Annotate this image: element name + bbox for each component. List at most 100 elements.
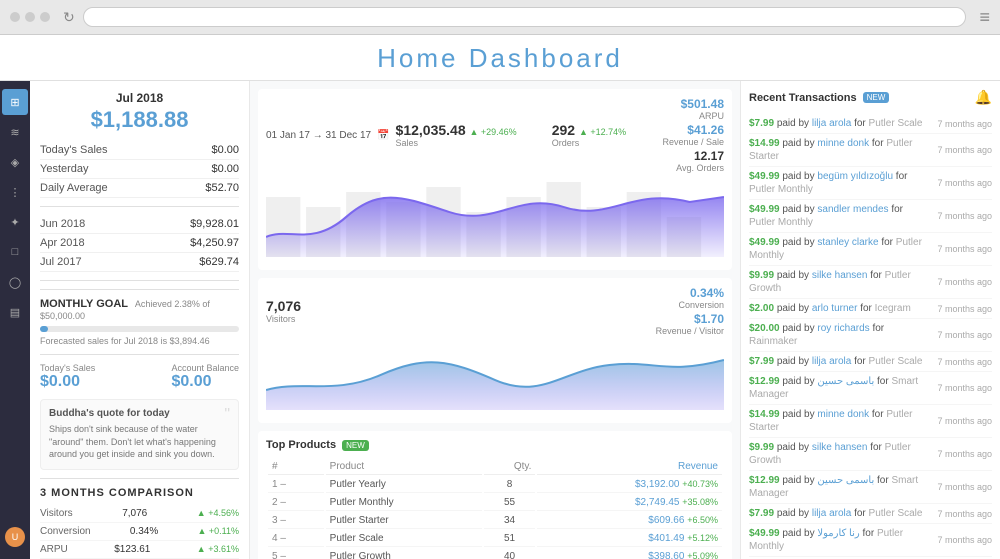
- visitors-chart: [266, 340, 724, 410]
- sidebar-item-tag[interactable]: ◈: [2, 149, 28, 175]
- today-sales-value: $0.00: [40, 373, 95, 391]
- col-revenue: Revenue: [537, 459, 722, 475]
- today-sales-item: Today's Sales $0.00: [40, 363, 95, 391]
- sidebar-item-home[interactable]: ⊞: [2, 89, 28, 115]
- sidebar-item-users[interactable]: ⋮: [2, 179, 28, 205]
- visitors-side: 0.34% Conversion $1.70 Revenue / Visitor: [656, 286, 724, 336]
- goal-bar-fill: [40, 326, 48, 332]
- col-num: #: [268, 459, 324, 475]
- stats-row: Yesterday$0.00: [40, 160, 239, 179]
- sidebar-item-chart[interactable]: ≋: [2, 119, 28, 145]
- main-layout: ⊞ ≋ ◈ ⋮ ✦ □ ◯ ▤ U Jul 2018 $1,188.88 Tod…: [0, 81, 1000, 559]
- visitors-metric: 7,076 Visitors: [266, 298, 301, 324]
- left-panel: Jul 2018 $1,188.88 Today's Sales$0.00Yes…: [30, 81, 250, 559]
- list-item: $7.99 paid by lilja arola for Putler Sca…: [749, 114, 992, 134]
- list-item: $49.99 paid by begüm yıldızoğlu for Putl…: [749, 167, 992, 200]
- past-revenues-section: Jun 2018$9,928.01Apr 2018$4,250.97Jul 20…: [40, 215, 239, 272]
- conversion-value: 0.34%: [656, 286, 724, 300]
- table-row: 5 – Putler Growth 40 $398.60 +5.09%: [268, 549, 722, 559]
- orders-metric: 292 ▲ +12.74% Orders: [552, 122, 626, 148]
- rev-sale-value: $41.26: [662, 123, 724, 137]
- divider-1a: [40, 206, 239, 207]
- browser-dots: [10, 12, 50, 22]
- monthly-goal-title: MONTHLY GOAL Achieved 2.38% of $50,000.0…: [40, 298, 239, 322]
- side-metrics: $501.48 ARPU $41.26 Revenue / Sale 12.17…: [662, 97, 724, 173]
- comparison-title: 3 MONTHS COMPARISON: [40, 487, 239, 499]
- table-row: 3 – Putler Starter 34 $609.66 +6.50%: [268, 513, 722, 529]
- comparison-section: 3 MONTHS COMPARISON Visitors 7,076 ▲ +4.…: [40, 487, 239, 559]
- table-row: 1 – Putler Yearly 8 $3,192.00 +40.73%: [268, 477, 722, 493]
- avg-orders-value: 12.17: [662, 149, 724, 163]
- browser-dot-green: [40, 12, 50, 22]
- sidebar-item-settings[interactable]: ✦: [2, 209, 28, 235]
- list-item: $9.99 paid by silke hansen for Putler Gr…: [749, 438, 992, 471]
- orders-label: Orders: [552, 138, 626, 148]
- list-item: $9.99 paid by silke hansen for Putler Gr…: [749, 266, 992, 299]
- sales-value: $12,035.48: [396, 122, 470, 138]
- comparison-container: Visitors 7,076 ▲ +4.56% Conversion 0.34%…: [40, 505, 239, 559]
- list-item: $2.00 paid by arlo turner for Icegram 7 …: [749, 299, 992, 319]
- list-item: $49.99 paid by stanley clarke for Putler…: [749, 233, 992, 266]
- list-item: $20.00 paid by roy richards for Rainmake…: [749, 319, 992, 352]
- account-balance-value: $0.00: [171, 373, 239, 391]
- sidebar-item-group[interactable]: ◯: [2, 269, 28, 295]
- rev-visitor-label: Revenue / Visitor: [656, 326, 724, 336]
- products-badge: NEW: [342, 440, 369, 451]
- refresh-icon[interactable]: ↻: [63, 9, 75, 26]
- menu-icon[interactable]: ≡: [979, 7, 990, 28]
- month-label: Jul 2018: [40, 91, 239, 105]
- past-revenue-row: Jul 2017$629.74: [40, 253, 239, 272]
- top-metrics: $12,035.48 ▲ +29.46% Sales 292 ▲ +12.74%…: [396, 122, 627, 148]
- products-section: Top Products NEW # Product Qty. Revenue …: [258, 431, 732, 559]
- avatar[interactable]: U: [5, 527, 25, 547]
- sidebar-bottom: U: [5, 527, 25, 551]
- list-item: $14.99 paid by minne donk for Putler Sta…: [749, 405, 992, 438]
- list-item: $7.99 paid by lilja arola for Putler Sca…: [749, 352, 992, 372]
- forecast-text: Forecasted sales for Jul 2018 is $3,894.…: [40, 336, 239, 346]
- orders-value: 292: [552, 122, 579, 138]
- account-balance-item: Account Balance $0.00: [171, 363, 239, 391]
- browser-chrome: ↻ ≡: [0, 0, 1000, 35]
- url-bar[interactable]: [83, 7, 967, 27]
- rev-visitor-value: $1.70: [656, 312, 724, 326]
- divider-3: [40, 354, 239, 355]
- stats-row: Daily Average$52.70: [40, 179, 239, 198]
- list-item: $7.99 paid by lilja arola for Putler Sca…: [749, 504, 992, 524]
- date-range: 01 Jan 17 → 31 Dec 17: [266, 130, 371, 141]
- bell-icon[interactable]: 🔔: [975, 89, 992, 106]
- orders-change: ▲ +12.74%: [579, 127, 626, 137]
- transactions-header: Recent Transactions NEW 🔔: [749, 89, 992, 106]
- account-balance-label: Account Balance: [171, 363, 239, 373]
- today-sales-box: Today's Sales $0.00 Account Balance $0.0…: [40, 363, 239, 391]
- divider-4: [40, 478, 239, 479]
- quote-title: Buddha's quote for today: [49, 408, 230, 419]
- middle-panel: 01 Jan 17 → 31 Dec 17 📅 $12,035.48 ▲ +29…: [250, 81, 740, 559]
- divider-1: [40, 280, 239, 281]
- calendar-icon[interactable]: 📅: [377, 130, 389, 141]
- table-row: 2 – Putler Monthly 55 $2,749.45 +35.08%: [268, 495, 722, 511]
- sales-change: ▲ +29.46%: [470, 127, 517, 137]
- content-area: Jul 2018 $1,188.88 Today's Sales$0.00Yes…: [30, 81, 1000, 559]
- visitors-value: 7,076: [266, 298, 301, 314]
- products-title: Top Products: [266, 439, 336, 451]
- sidebar-item-mail[interactable]: □: [2, 239, 28, 265]
- quote-text: Ships don't sink because of the water "a…: [49, 423, 230, 461]
- arpu-value: $501.48: [662, 97, 724, 111]
- today-sales-label: Today's Sales: [40, 363, 95, 373]
- transactions-title: Recent Transactions: [749, 92, 857, 104]
- stats-row: Today's Sales$0.00: [40, 141, 239, 160]
- page-title: Home Dashboard: [0, 43, 1000, 74]
- list-item: $14.99 paid by minne donk for Putler Sta…: [749, 134, 992, 167]
- sales-label: Sales: [396, 138, 517, 148]
- list-item: $49.99 paid by رنا کارمولا for Putler Mo…: [749, 524, 992, 557]
- list-item: $12.99 paid by باسمی حسین for Smart Mana…: [749, 471, 992, 504]
- browser-dot-yellow: [25, 12, 35, 22]
- sales-chart: [266, 177, 724, 257]
- top-chart-area: 01 Jan 17 → 31 Dec 17 📅 $12,035.48 ▲ +29…: [258, 89, 732, 270]
- sales-metric: $12,035.48 ▲ +29.46% Sales: [396, 122, 517, 148]
- rev-sale-label: Revenue / Sale: [662, 137, 724, 147]
- right-panel: Recent Transactions NEW 🔔 $7.99 paid by …: [740, 81, 1000, 559]
- transactions-badge: NEW: [863, 92, 890, 103]
- sidebar-item-report[interactable]: ▤: [2, 299, 28, 325]
- quote-box: Buddha's quote for today " Ships don't s…: [40, 399, 239, 470]
